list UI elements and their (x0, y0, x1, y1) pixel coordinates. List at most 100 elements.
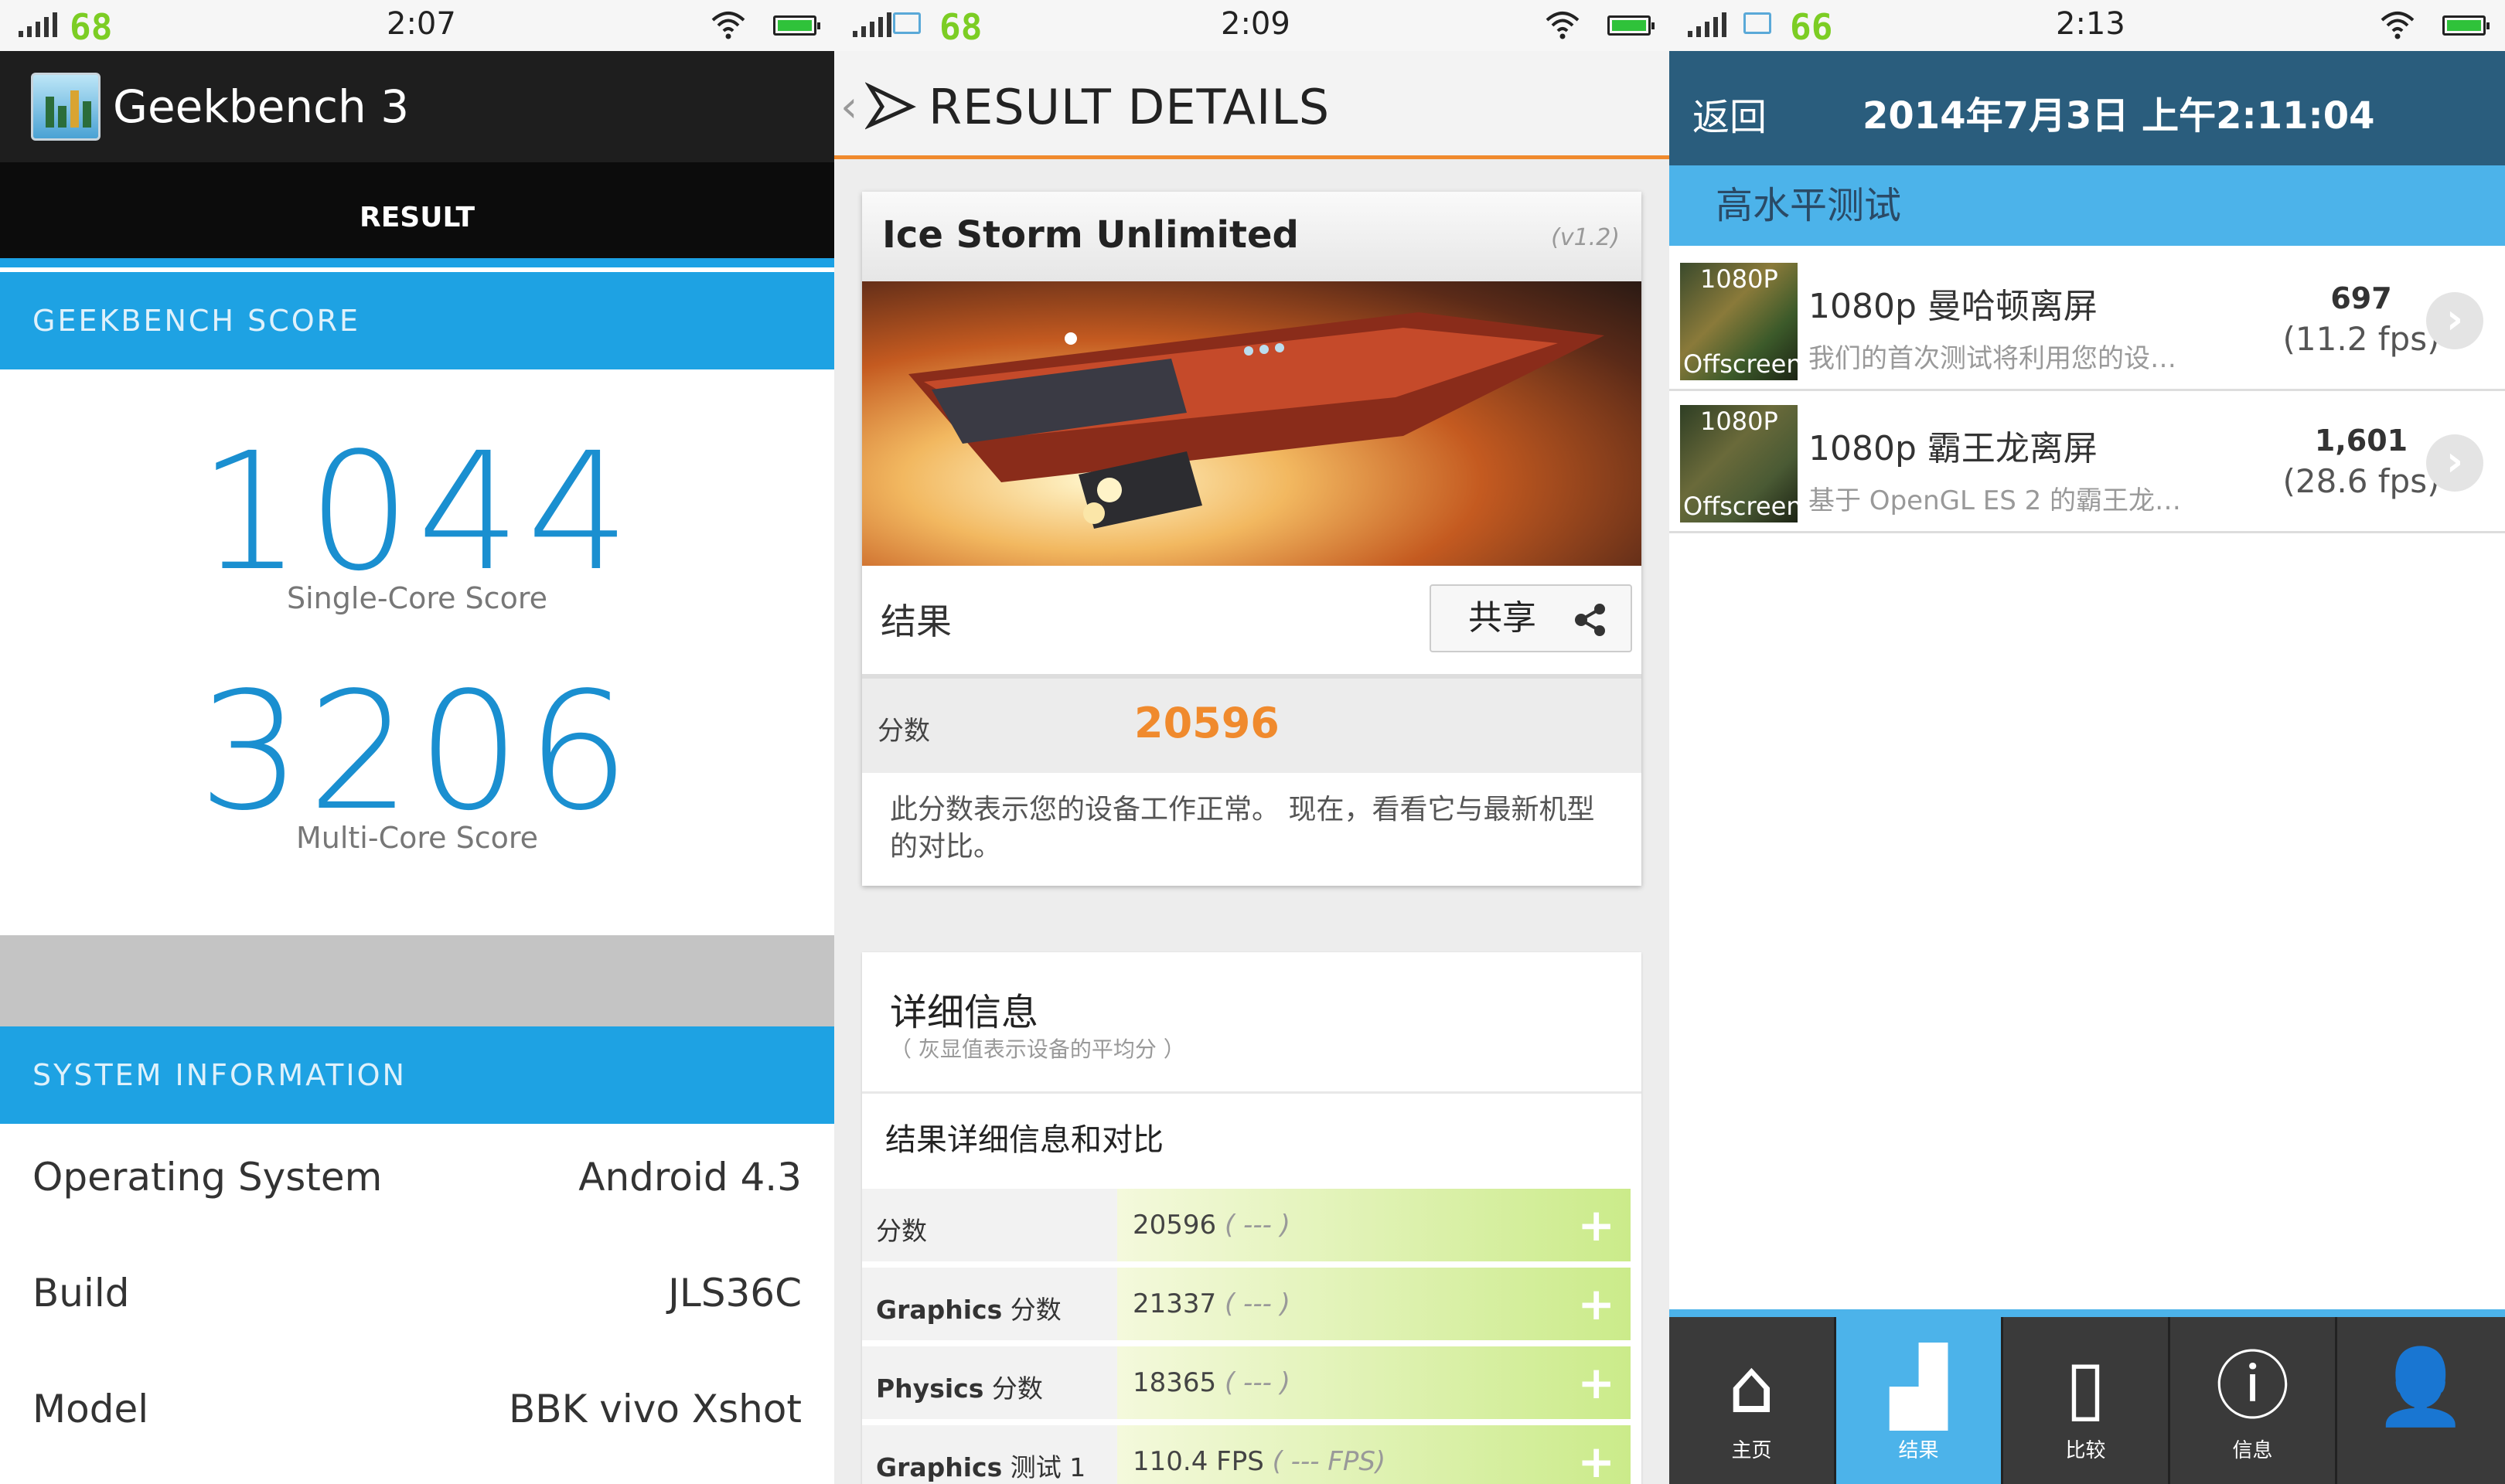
tab-result[interactable]: RESULT (0, 162, 834, 267)
detail-key: 分数 (876, 1216, 927, 1246)
test-description: 我们的首次测试将利用您的设… (1808, 343, 2176, 374)
clock: 2:07 (387, 6, 456, 42)
geekbench-logo-icon (31, 73, 101, 141)
nav-results[interactable]: ▟ 结果 (1836, 1317, 2003, 1484)
thumb-resolution: 1080P (1700, 407, 1778, 436)
details-header: 详细信息 （ 灰显值表示设备的平均分 ） (862, 952, 1641, 1091)
wifi-icon (711, 12, 745, 39)
clock: 2:09 (1221, 6, 1290, 42)
spaceship-image (862, 281, 1641, 566)
test-version: (v1.2) (1551, 224, 1620, 251)
status-bar: 66 2:13 (1669, 0, 2505, 51)
signal-icon (1688, 11, 1726, 37)
wifi-icon (1546, 12, 1580, 39)
section-header: 高水平测试 (1669, 165, 2505, 246)
info-key: Build (32, 1271, 130, 1316)
score-value: 20596 (1134, 699, 1280, 747)
wifi-icon (2381, 12, 2415, 39)
nav-label: 结果 (1898, 1439, 1939, 1462)
detail-row[interactable]: Graphics 测试 1 110.4 FPS ( --- FPS) + (862, 1425, 1631, 1484)
expand-plus-icon[interactable]: + (1577, 1203, 1615, 1247)
details-title: 详细信息 (890, 991, 1039, 1034)
info-row-build: Build JLS36C (32, 1271, 802, 1316)
score-bar: 分数 20596 (862, 674, 1641, 773)
nav-home[interactable]: ⌂ 主页 (1669, 1317, 1836, 1484)
share-label: 共享 (1468, 598, 1536, 638)
detail-key: Physics 分数 (876, 1373, 1043, 1404)
status-bar: 68 2:07 (0, 0, 834, 51)
clock: 2:13 (2056, 6, 2125, 42)
info-row-model: Model BBK vivo Xshot (32, 1387, 802, 1431)
signal-icon (853, 11, 891, 37)
score-description: 此分数表示您的设备工作正常。 现在，看看它与最新机型的对比。 (890, 794, 1595, 863)
detail-row[interactable]: Physics 分数 18365 ( --- ) + (862, 1346, 1631, 1419)
3dmark-logo-icon[interactable] (865, 80, 916, 130)
user-icon: 👤 (2374, 1343, 2467, 1430)
home-icon: ⌂ (1728, 1343, 1775, 1430)
chevron-right-icon[interactable]: › (2426, 292, 2483, 349)
detail-value: 21337 ( --- ) + (1117, 1268, 1631, 1340)
details-note: （ 灰显值表示设备的平均分 ） (890, 1036, 1185, 1062)
app-bar: Geekbench 3 (0, 51, 834, 162)
compare-title: 结果详细信息和对比 (862, 1091, 1641, 1187)
nav-account[interactable]: 👤 (2337, 1317, 2504, 1484)
back-button[interactable]: 返回 (1692, 87, 1767, 141)
test-name: 1080p 曼哈顿离屏 (1808, 287, 2098, 326)
app-title: Geekbench 3 (113, 80, 410, 133)
detail-key: Graphics 分数 (876, 1295, 1062, 1325)
expand-plus-icon[interactable]: + (1577, 1439, 1615, 1484)
detail-row[interactable]: Graphics 分数 21337 ( --- ) + (862, 1268, 1631, 1340)
bottom-nav: ⌂ 主页 ▟ 结果 ▯ 比较 ⓘ 信息 👤 (1669, 1309, 2505, 1484)
details-card: 详细信息 （ 灰显值表示设备的平均分 ） 结果详细信息和对比 分数 20596 … (862, 952, 1641, 1484)
chevron-right-icon[interactable]: › (2426, 434, 2483, 492)
detail-key: Graphics 测试 1 (876, 1452, 1086, 1482)
nav-label: 比较 (2065, 1439, 2106, 1462)
thumb-mode: Offscreen (1683, 492, 1802, 521)
result-label: 结果 (881, 601, 952, 642)
single-core-label: Single-Core Score (287, 581, 547, 615)
geekbench-score-header: GEEKBENCH SCORE (0, 272, 834, 369)
thumb-mode: Offscreen (1683, 349, 1802, 379)
status-bar: 68 2:09 (834, 0, 1669, 51)
info-value: BBK vivo Xshot (508, 1387, 802, 1431)
test-name: Ice Storm Unlimited (882, 213, 1299, 257)
battery-icon (1607, 15, 1655, 36)
test-name: 1080p 霸王龙离屏 (1808, 429, 2098, 468)
single-core-score: 1044 (198, 417, 636, 607)
expand-plus-icon[interactable]: + (1577, 1360, 1615, 1405)
nav-compare[interactable]: ▯ 比较 (2003, 1317, 2170, 1484)
list-item[interactable]: 1080P Offscreen 1080p 霸王龙离屏 基于 OpenGL ES … (1669, 393, 2505, 533)
battery-icon (773, 15, 820, 36)
app-bar: ‹ RESULT DETAILS (834, 51, 1669, 159)
phone-icon: ▯ (2065, 1343, 2106, 1430)
multi-core-label: Multi-Core Score (295, 821, 539, 855)
bar-chart-icon: ▟ (1890, 1343, 1948, 1430)
nav-label: 信息 (2232, 1439, 2273, 1462)
3dmark-panel: 68 2:09 ‹ RESULT DETAILS Ice Storm Unlim… (834, 0, 1669, 1484)
expand-plus-icon[interactable]: + (1577, 1281, 1615, 1326)
battery-icon (2442, 15, 2490, 36)
detail-value: 20596 ( --- ) + (1117, 1189, 1631, 1261)
nav-info[interactable]: ⓘ 信息 (2170, 1317, 2337, 1484)
geekbench-panel: 68 2:07 Geekbench 3 RESULT GEEKBENCH SCO… (0, 0, 834, 1484)
share-icon (1575, 604, 1605, 636)
test-thumbnail: 1080P Offscreen (1680, 405, 1802, 522)
battery-level: 68 (939, 6, 983, 48)
picture-icon (893, 12, 921, 34)
page-title: RESULT DETAILS (929, 79, 1331, 135)
detail-row[interactable]: 分数 20596 ( --- ) + (862, 1189, 1631, 1261)
list-item[interactable]: 1080P Offscreen 1080p 曼哈顿离屏 我们的首次测试将利用您的设… (1669, 250, 2505, 391)
back-chevron-icon[interactable]: ‹ (840, 82, 857, 132)
system-information-header: SYSTEM INFORMATION (0, 1026, 834, 1124)
app-bar: 返回 2014年7月3日 上午2:11:04 (1669, 51, 2505, 165)
divider-band (0, 935, 834, 1026)
info-value: JLS36C (668, 1271, 802, 1316)
test-description: 基于 OpenGL ES 2 的霸王龙… (1808, 485, 2182, 516)
thumb-resolution: 1080P (1700, 264, 1778, 294)
detail-value: 18365 ( --- ) + (1117, 1346, 1631, 1419)
score-label: 分数 (878, 716, 930, 747)
share-button[interactable]: 共享 (1430, 584, 1632, 652)
card-header: Ice Storm Unlimited (v1.2) (862, 192, 1641, 281)
detail-value: 110.4 FPS ( --- FPS) + (1117, 1425, 1631, 1484)
multi-core-score: 3206 (198, 657, 636, 846)
